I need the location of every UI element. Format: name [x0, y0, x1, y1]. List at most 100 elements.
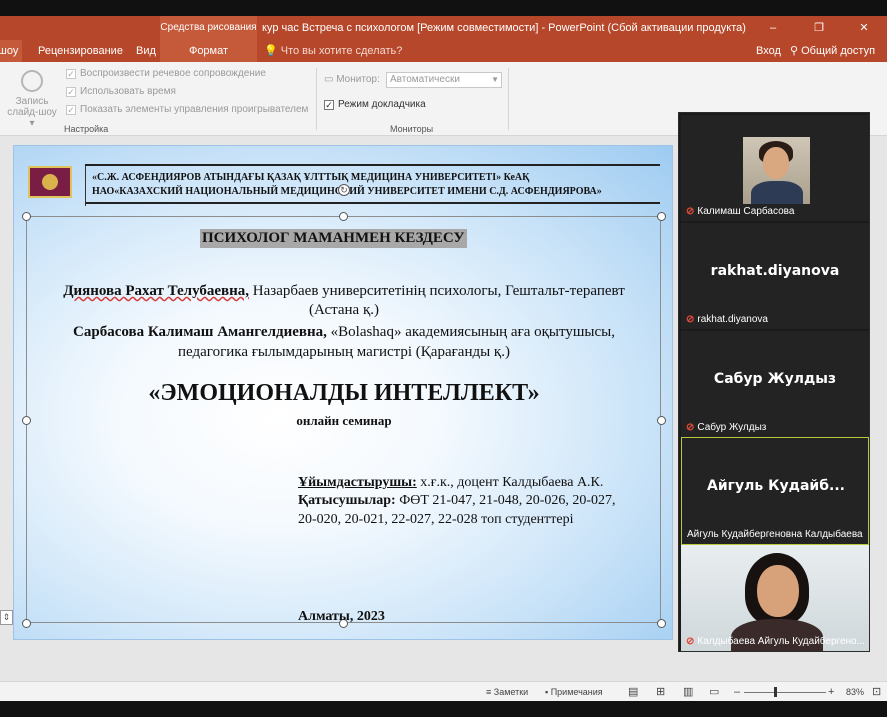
header-rule: [85, 202, 660, 204]
context-tab-drawing-tools: Средства рисования: [160, 16, 257, 40]
maximize-icon[interactable]: ❐: [796, 16, 842, 40]
normal-view-icon[interactable]: ▤: [628, 682, 638, 702]
checkbox-label: Режим докладчика: [338, 99, 426, 110]
notes-icon: ≡: [486, 687, 494, 697]
minimize-icon[interactable]: –: [750, 16, 796, 40]
mic-muted-icon: ⊘: [686, 206, 695, 217]
panel-resize-icon[interactable]: ⇕: [0, 610, 13, 625]
participants-value: ФӨТ 21-047, 21-048, 20-026, 20-027,: [395, 493, 616, 508]
notes-label: Заметки: [493, 687, 529, 697]
checkbox-label: Использовать время: [80, 86, 176, 97]
close-icon[interactable]: ✕: [841, 16, 887, 40]
participant-tile[interactable]: ⊘ Калдыбаева Айгуль Кудайбергенo...: [681, 545, 869, 651]
zoom-in-button[interactable]: +: [828, 682, 834, 702]
record-label: Запись: [15, 96, 49, 107]
speaker-2-name: Сарбасова Калимаш Амангелдиевна,: [73, 324, 327, 340]
participant-name: ⊘ Сабур Жулдыз: [686, 422, 766, 433]
notes-button[interactable]: ≡ Заметки: [486, 682, 528, 702]
participant-tile[interactable]: ⊘ Калимаш Сарбасова: [681, 115, 869, 221]
title-bar: Средства рисования кур час Встреча с пси…: [0, 16, 887, 40]
share-label: Общий доступ: [801, 45, 876, 57]
speaker-1-role: Назарбаев университетінің психологы, Геш…: [249, 283, 625, 299]
tell-me-search[interactable]: 💡 Что вы хотите сделать?: [264, 40, 402, 62]
record-slideshow-button[interactable]: Запись слайд-шоу ▾: [4, 70, 60, 129]
zoom-slider-thumb[interactable]: [774, 687, 777, 697]
signin-button[interactable]: Вход: [756, 40, 781, 62]
checkbox-label: Показать элементы управления проигрывате…: [80, 104, 309, 115]
reading-view-icon[interactable]: ▥: [683, 682, 693, 702]
slideshow-view-icon[interactable]: ▭: [709, 682, 719, 702]
participants-line-2: 20-020, 20-021, 22-027, 22-028 топ студе…: [298, 512, 574, 527]
chevron-down-icon: ▼: [491, 75, 499, 84]
resize-handle[interactable]: [22, 619, 31, 628]
monitor-icon: ▭: [324, 74, 337, 85]
participant-name-text: Калдыбаева Айгуль Кудайбергенo...: [697, 636, 865, 647]
screen-bottom-bar: [0, 701, 887, 717]
tell-me-text: Что вы хотите сделать?: [280, 45, 403, 57]
share-button[interactable]: ⚲ Общий доступ: [790, 40, 875, 62]
zoom-level[interactable]: 83%: [846, 682, 864, 702]
participant-name-text: Сабур Жулдыз: [697, 422, 767, 433]
organizer-value: х.ғ.к., доцент Калдыбаева А.К.: [416, 475, 604, 490]
speaker-2-degree: педагогика ғылымдарының магистрі (Қараға…: [178, 344, 510, 360]
powerpoint-window: Средства рисования кур час Встреча с пси…: [0, 0, 887, 717]
checkbox-check-icon: ✓: [66, 87, 76, 97]
checkbox-check-icon: ✓: [66, 69, 76, 79]
resize-handle[interactable]: [657, 619, 666, 628]
lightbulb-icon: 💡: [264, 45, 281, 57]
participant-name: Айгуль Кудайбергеновна Калдыбаева: [687, 529, 863, 540]
participant-display-name: Айгуль Кудайб...: [707, 478, 845, 494]
speaker-1-name: Диянова Рахат Телубаевна,: [63, 283, 250, 299]
screen-top-bar: [0, 0, 887, 16]
checkbox-presenter-view[interactable]: ✓ Режим докладчика: [324, 99, 426, 110]
participant-display-name: rakhat.diyanova: [710, 263, 840, 279]
tab-review[interactable]: Рецензирование: [38, 40, 123, 62]
participant-tile[interactable]: rakhat.diyanova ⊘ rakhat.diyanova: [681, 223, 869, 329]
group-label-setup: Настройка: [64, 124, 109, 134]
zoom-slider[interactable]: [744, 692, 826, 693]
checkbox-show-media-controls[interactable]: ✓ Показать элементы управления проигрыват…: [66, 104, 308, 115]
checkbox-label: Воспроизвести речевое сопровождение: [80, 68, 266, 79]
resize-handle[interactable]: [657, 212, 666, 221]
person-icon: ⚲: [790, 45, 802, 57]
comments-button[interactable]: ▪ Примечания: [545, 682, 603, 702]
participant-tile-speaking[interactable]: Айгуль Кудайб... Айгуль Кудайбергеновна …: [681, 437, 869, 545]
monitor-label-text: Монитор:: [336, 74, 380, 85]
video-participants-panel: ⊘ Калимаш Сарбасова rakhat.diyanova ⊘ rakh…: [678, 112, 870, 652]
slide-sorter-icon[interactable]: ⊞: [656, 682, 665, 702]
record-icon: [21, 70, 43, 92]
monitor-select-value: Автоматически: [390, 74, 460, 85]
ribbon-tabs: шоу Рецензирование Вид Формат 💡 Что вы х…: [0, 40, 887, 62]
tab-format[interactable]: Формат: [160, 40, 257, 62]
mic-muted-icon: ⊘: [686, 636, 695, 647]
status-bar: ≡ Заметки ▪ Примечания ▤ ⊞ ▥ ▭ – + 83% ⊡: [0, 681, 887, 701]
checkbox-use-timings[interactable]: ✓ Использовать время: [66, 86, 176, 97]
header-line-kz: «С.Ж. АСФЕНДИЯРОВ АТЫНДАҒЫ ҚАЗАҚ ҰЛТТЫҚ …: [92, 172, 530, 183]
slide-canvas[interactable]: «С.Ж. АСФЕНДИЯРОВ АТЫНДАҒЫ ҚАЗАҚ ҰЛТТЫҚ …: [13, 145, 673, 640]
mic-muted-icon: ⊘: [686, 314, 695, 325]
participant-tile[interactable]: Сабур Жулдыз ⊘ Сабур Жулдыз: [681, 331, 869, 437]
tab-view[interactable]: Вид: [136, 40, 156, 62]
speaker-2-role: «Bolashaq» академиясының аға оқытушысы,: [326, 324, 615, 340]
participant-name: ⊘ rakhat.diyanova: [686, 314, 768, 325]
organizer-label: Ұйымдастырушы:: [298, 475, 417, 490]
ribbon-separator: [508, 68, 509, 130]
monitor-select[interactable]: Автоматически ▼: [386, 72, 502, 88]
slide-subtitle: онлайн семинар: [296, 413, 392, 428]
resize-handle[interactable]: [22, 212, 31, 221]
rotate-handle-icon[interactable]: ↻: [338, 184, 350, 196]
checkbox-play-narration[interactable]: ✓ Воспроизвести речевое сопровождение: [66, 68, 266, 79]
city-year: Алматы, 2023: [298, 609, 385, 624]
participant-name-text: Калимаш Сарбасова: [697, 206, 795, 217]
comments-label: Примечания: [550, 687, 603, 697]
participants-label: Қатысушылар:: [298, 493, 396, 508]
resize-handle[interactable]: [339, 212, 348, 221]
speaker-2-line: Сарбасова Калимаш Амангелдиевна, «Bolash…: [14, 324, 672, 341]
participant-video: [743, 137, 810, 204]
checkbox-check-icon: ✓: [66, 105, 76, 115]
record-label-2: слайд-шоу ▾: [7, 107, 57, 129]
tab-slideshow[interactable]: шоу: [0, 40, 22, 62]
ribbon-separator: [316, 68, 317, 130]
fit-to-window-icon[interactable]: ⊡: [872, 682, 881, 702]
zoom-out-button[interactable]: –: [734, 682, 740, 702]
